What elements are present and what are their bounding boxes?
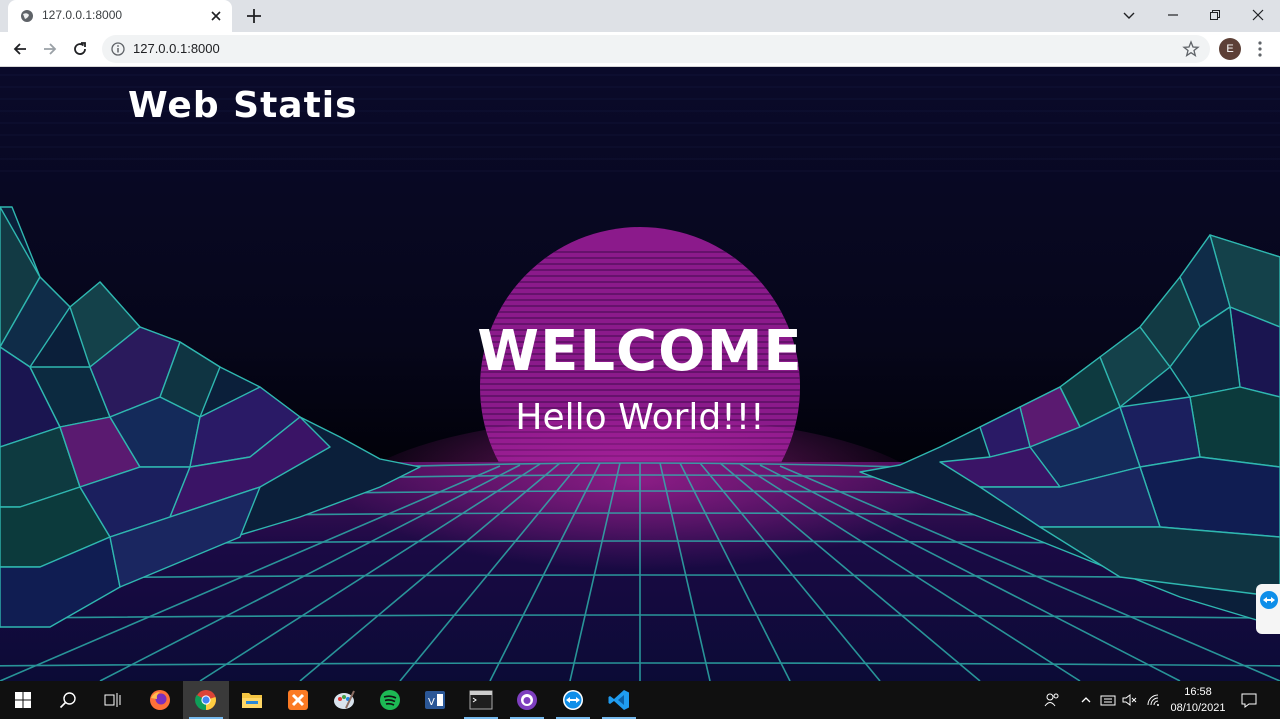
volume-button[interactable]	[1120, 681, 1140, 719]
clock-date: 08/10/2021	[1170, 702, 1226, 714]
input-language-button[interactable]	[1098, 681, 1118, 719]
search-button[interactable]	[45, 681, 91, 719]
restore-icon	[1210, 10, 1220, 20]
xampp-icon	[288, 690, 308, 710]
windows-start-icon	[15, 692, 31, 708]
browser-toolbar: 127.0.0.1:8000	[0, 32, 1280, 67]
bookmark-star-icon[interactable]	[1182, 40, 1200, 58]
arrow-right-icon	[44, 43, 57, 55]
people-icon	[1044, 693, 1059, 707]
paint-palette-icon	[334, 690, 355, 709]
wifi-icon	[1147, 694, 1159, 706]
teamviewer-app[interactable]	[550, 681, 596, 719]
restore-button[interactable]	[1193, 0, 1237, 30]
visual-studio-app[interactable]: V	[412, 681, 458, 719]
close-window-button[interactable]	[1236, 0, 1280, 30]
close-icon	[1252, 9, 1264, 21]
action-center-button[interactable]	[1236, 681, 1262, 719]
keyboard-icon	[1100, 695, 1116, 706]
terminal-app[interactable]	[458, 681, 504, 719]
vscode-app[interactable]	[596, 681, 642, 719]
teamviewer-icon	[563, 690, 583, 710]
github-desktop-app[interactable]	[504, 681, 550, 719]
address-bar[interactable]: 127.0.0.1:8000	[102, 35, 1210, 63]
chevron-down-icon	[1123, 12, 1135, 19]
windows-taskbar: V 16:58 08/10/2021	[0, 681, 1280, 719]
profile-avatar[interactable]: E	[1219, 38, 1241, 60]
clock-time: 16:58	[1184, 686, 1212, 698]
chrome-app[interactable]	[183, 681, 229, 719]
vscode-icon	[608, 690, 629, 710]
browser-tab[interactable]: 127.0.0.1:8000	[8, 0, 232, 32]
back-button[interactable]	[8, 38, 32, 60]
browser-tab-strip: 127.0.0.1:8000	[0, 0, 1280, 32]
hero-heading: WELCOME	[477, 319, 803, 384]
teamviewer-widget[interactable]	[1256, 584, 1280, 634]
info-icon[interactable]	[111, 42, 125, 56]
minimize-button[interactable]	[1151, 0, 1195, 30]
reload-icon	[74, 42, 86, 55]
more-vert-icon[interactable]	[1252, 38, 1268, 60]
folder-icon	[242, 693, 262, 708]
file-explorer-app[interactable]	[229, 681, 275, 719]
teamviewer-icon	[1260, 591, 1278, 609]
spotify-icon	[380, 690, 400, 710]
people-button[interactable]	[1040, 681, 1064, 719]
show-hidden-icons-button[interactable]	[1076, 681, 1096, 719]
arrow-left-icon	[13, 43, 26, 55]
firefox-icon	[150, 690, 170, 710]
svg-text:V: V	[428, 697, 435, 708]
notification-icon	[1241, 693, 1257, 708]
task-view-button[interactable]	[90, 681, 136, 719]
tab-title: 127.0.0.1:8000	[42, 8, 123, 22]
minimize-icon	[1168, 14, 1178, 16]
tab-search-button[interactable]	[1107, 0, 1151, 30]
reload-button[interactable]	[68, 38, 92, 60]
site-brand[interactable]: Web Statis	[128, 85, 358, 126]
firefox-app[interactable]	[137, 681, 183, 719]
xampp-app[interactable]	[275, 681, 321, 719]
task-view-icon	[104, 693, 121, 707]
chrome-icon	[195, 690, 216, 711]
terminal-icon	[469, 690, 493, 710]
spotify-app[interactable]	[367, 681, 413, 719]
start-button[interactable]	[0, 681, 46, 719]
github-icon	[517, 690, 537, 710]
paint-app[interactable]	[321, 681, 367, 719]
visual-studio-icon: V	[425, 691, 445, 709]
globe-icon	[21, 10, 33, 22]
network-button[interactable]	[1144, 681, 1164, 719]
taskbar-clock[interactable]: 16:58 08/10/2021	[1166, 684, 1230, 716]
hero-subheading: Hello World!!!	[515, 397, 765, 438]
forward-button[interactable]	[38, 38, 62, 60]
new-tab-icon[interactable]	[244, 6, 264, 26]
close-tab-icon[interactable]	[208, 8, 224, 24]
search-icon	[59, 692, 76, 709]
chevron-up-icon	[1081, 697, 1091, 703]
page-viewport: Web Statis WELCOME Hello World!!!	[0, 67, 1280, 681]
url-text: 127.0.0.1:8000	[133, 41, 220, 56]
speaker-muted-icon	[1122, 694, 1137, 706]
